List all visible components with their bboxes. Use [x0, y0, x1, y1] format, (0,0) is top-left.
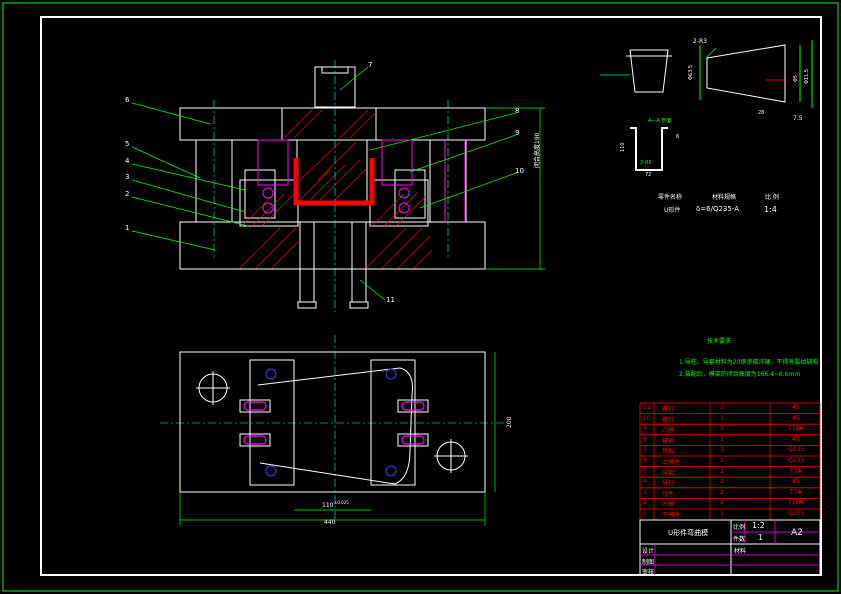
part-table-v1: U形件: [664, 207, 681, 214]
label-7: 7: [368, 61, 373, 69]
dim-height: 闭合高度190: [534, 132, 541, 168]
dim-200: 200: [506, 416, 513, 428]
table-row: 11 螺钉 2 45: [643, 404, 800, 413]
tech-req-line2: 2.装配后，模架的闭合高度为166.4~6.6mm: [679, 371, 801, 378]
table-row: 5 导套 2 T7A: [643, 467, 802, 477]
title-block-row2: 制图: [642, 559, 655, 566]
table-row: 1 下模座 1 Q235: [643, 510, 805, 519]
title-block-scale-value: 1:2: [752, 521, 765, 530]
title-block-size: A2: [791, 528, 803, 538]
label-2: 2: [125, 190, 130, 198]
table-row: 3 顶件 2 T7A: [643, 488, 802, 498]
table-row: 10 螺钉 1 45: [643, 414, 800, 424]
table-row: 2 凹模 2 T10A: [643, 499, 804, 509]
dim-110: 110: [322, 502, 334, 509]
part-section-dim2: 72: [645, 172, 652, 178]
part-dim-r2: Φ11.5: [804, 68, 810, 84]
label-6: 6: [125, 96, 130, 104]
part-dim-b2: 28: [758, 110, 765, 116]
title-block-title: U形件弯曲模: [668, 529, 709, 537]
part-section-r: 2-R6: [640, 160, 652, 166]
label-4: 4: [125, 157, 130, 165]
part-r3: 2-R3: [693, 38, 707, 45]
label-8: 8: [515, 107, 520, 115]
dim-110-tol: ±0.025: [334, 500, 349, 505]
part-dim-left: Φ63.5: [688, 64, 694, 80]
part-section-dim1: 110: [620, 142, 626, 152]
table-row: 8 模柄 1 45: [643, 435, 800, 445]
part-section-label: A—A 剖面: [648, 118, 672, 124]
part-table-h1: 零件名称: [658, 194, 683, 201]
label-1: 1: [125, 224, 130, 232]
title-block-material: 材料: [734, 548, 747, 555]
table-row: 4 导柱 2 45: [643, 478, 800, 488]
part-section-dim3: 6: [676, 134, 680, 140]
title-block-row3: 审核: [642, 569, 655, 576]
label-9: 9: [515, 129, 520, 137]
label-11: 11: [386, 296, 395, 304]
tech-req-title: 技术要求: [707, 338, 732, 345]
dim-440: 440: [324, 519, 336, 526]
table-row: 9 凸模 1 T10A: [643, 425, 804, 435]
table-row: 7 垫板 1 Q235: [643, 446, 805, 456]
text-layer: 6 5 4 3 2 1 7 8 9 10 11 闭合高度190 440 110 …: [0, 0, 841, 594]
tech-req-line1: 1.导柱、导套材料为20钢渗碳淬硬，不得有裂纹缺陷: [679, 359, 819, 366]
label-5: 5: [125, 140, 130, 148]
part-dim-b1: 7.5: [793, 115, 803, 122]
label-10: 10: [515, 167, 524, 175]
part-table-v3: 1:4: [764, 205, 777, 214]
title-block-row1: 设计: [642, 548, 655, 555]
table-row: 6 上模座 1 Q235: [643, 457, 805, 466]
part-table-h2: 材料规格: [712, 194, 737, 201]
title-block-sheet-value: 1: [758, 533, 764, 542]
part-table-v2: δ=6/Q235-A: [696, 205, 739, 213]
label-3: 3: [125, 173, 130, 181]
part-dim-r1: Φ5: [793, 74, 799, 82]
title-block-sheet-label: 件数: [733, 536, 746, 543]
part-table-h3: 比 例: [765, 194, 779, 201]
title-block-scale-label: 比例: [733, 524, 746, 531]
